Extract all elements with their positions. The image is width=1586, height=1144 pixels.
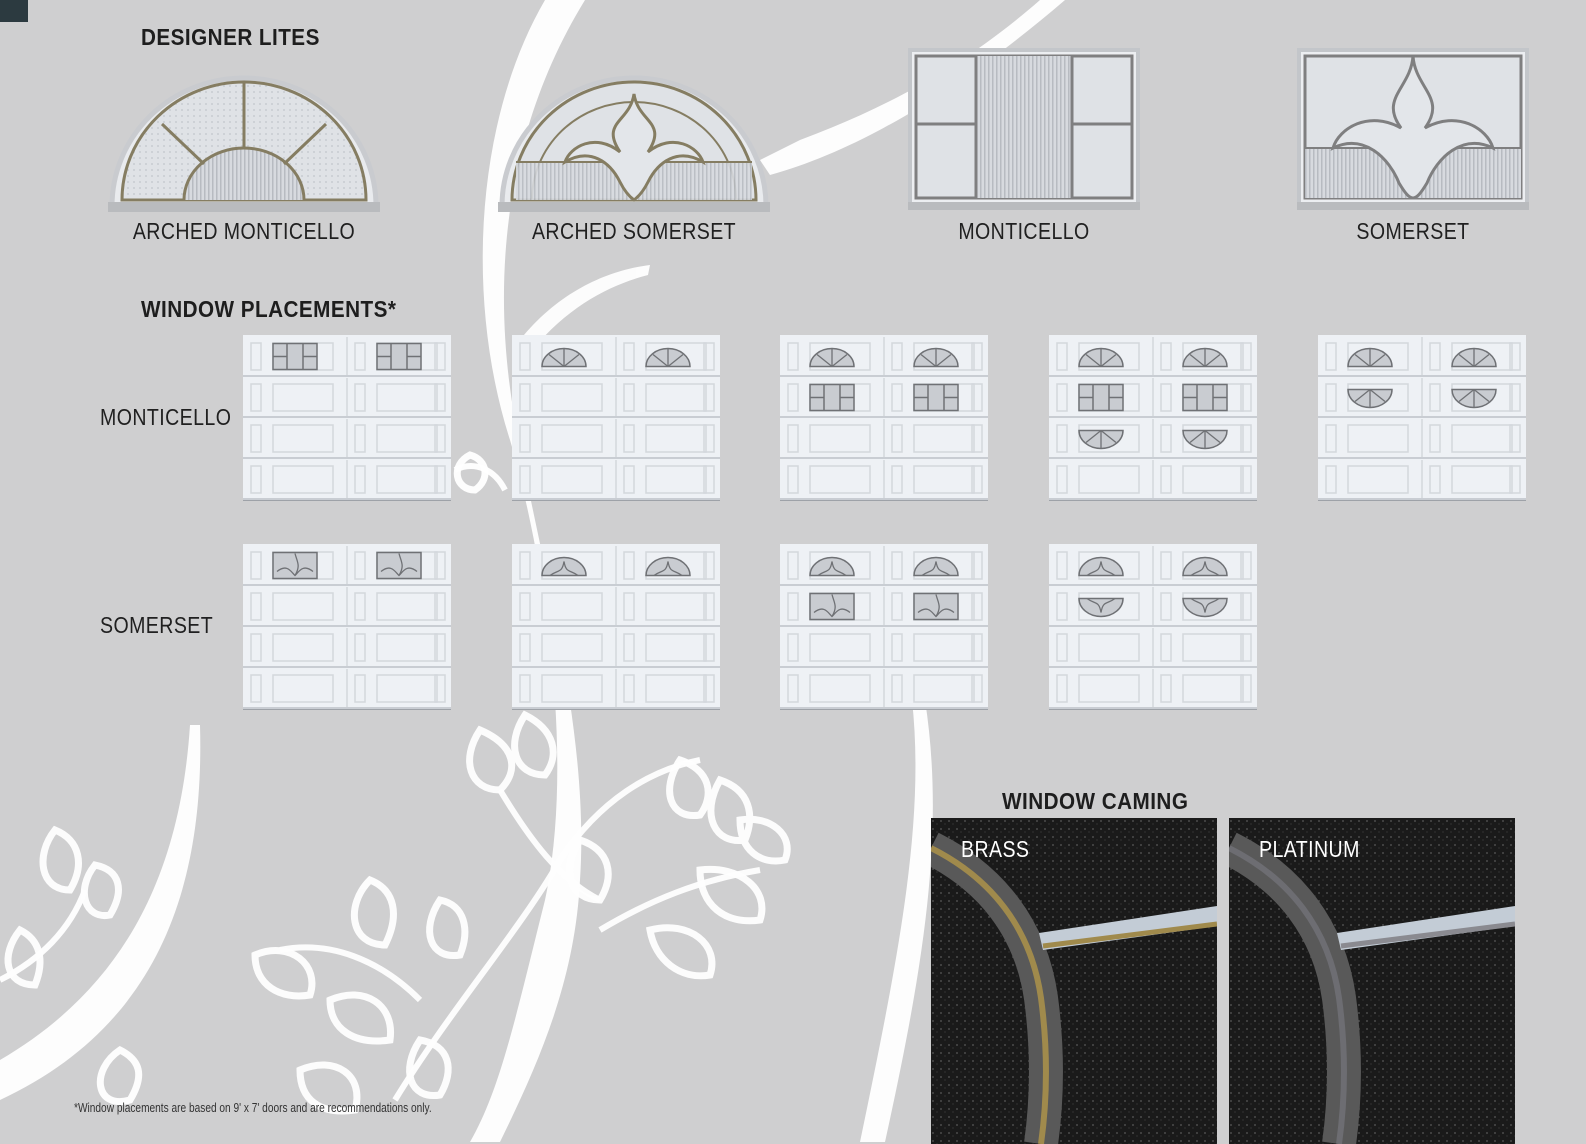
designer-lites-heading: DESIGNER LITES <box>141 24 320 50</box>
brass-caming-image <box>931 818 1217 1144</box>
garage-door-image <box>780 335 988 501</box>
garage-door-image <box>780 544 988 710</box>
lite-monticello[interactable] <box>908 48 1140 210</box>
door-somerset-2[interactable] <box>512 544 720 710</box>
somerset-lite-image <box>1297 48 1529 210</box>
door-monticello-4[interactable] <box>1049 335 1257 501</box>
platinum-label: PLATINUM <box>1259 836 1360 862</box>
door-monticello-3[interactable] <box>780 335 988 501</box>
garage-door-image <box>243 544 451 710</box>
lite-arched-monticello[interactable] <box>108 72 380 212</box>
garage-door-image <box>1318 335 1526 501</box>
door-somerset-4[interactable] <box>1049 544 1257 710</box>
row-label-somerset: SOMERSET <box>100 612 214 638</box>
door-monticello-5[interactable] <box>1318 335 1526 501</box>
garage-door-image <box>1049 335 1257 501</box>
caming-swatch-platinum[interactable]: PLATINUM <box>1229 818 1515 1144</box>
arched-somerset-lite-image <box>498 75 770 212</box>
corner-tab <box>0 0 28 22</box>
door-somerset-3[interactable] <box>780 544 988 710</box>
door-monticello-1[interactable] <box>243 335 451 501</box>
window-placements-heading: WINDOW PLACEMENTS* <box>141 296 397 322</box>
caption-arched-monticello: ARCHED MONTICELLO <box>132 218 356 244</box>
garage-door-image <box>512 544 720 710</box>
footnote: *Window placements are based on 9' x 7' … <box>74 1100 432 1115</box>
caption-monticello: MONTICELLO <box>958 218 1090 244</box>
platinum-caming-image <box>1229 818 1515 1144</box>
arched-monticello-lite-image <box>108 75 380 212</box>
brass-label: BRASS <box>961 836 1030 862</box>
lite-somerset[interactable] <box>1297 48 1529 210</box>
caming-swatch-brass[interactable]: BRASS <box>931 818 1217 1144</box>
garage-door-image <box>243 335 451 501</box>
garage-door-image <box>512 335 720 501</box>
window-caming-heading: WINDOW CAMING <box>1002 788 1189 814</box>
caption-arched-somerset: ARCHED SOMERSET <box>531 218 737 244</box>
lite-arched-somerset[interactable] <box>498 72 770 212</box>
door-monticello-2[interactable] <box>512 335 720 501</box>
row-label-monticello: MONTICELLO <box>100 404 232 430</box>
monticello-lite-image <box>908 48 1140 210</box>
caption-somerset: SOMERSET <box>1356 218 1470 244</box>
door-somerset-1[interactable] <box>243 544 451 710</box>
garage-door-image <box>1049 544 1257 710</box>
